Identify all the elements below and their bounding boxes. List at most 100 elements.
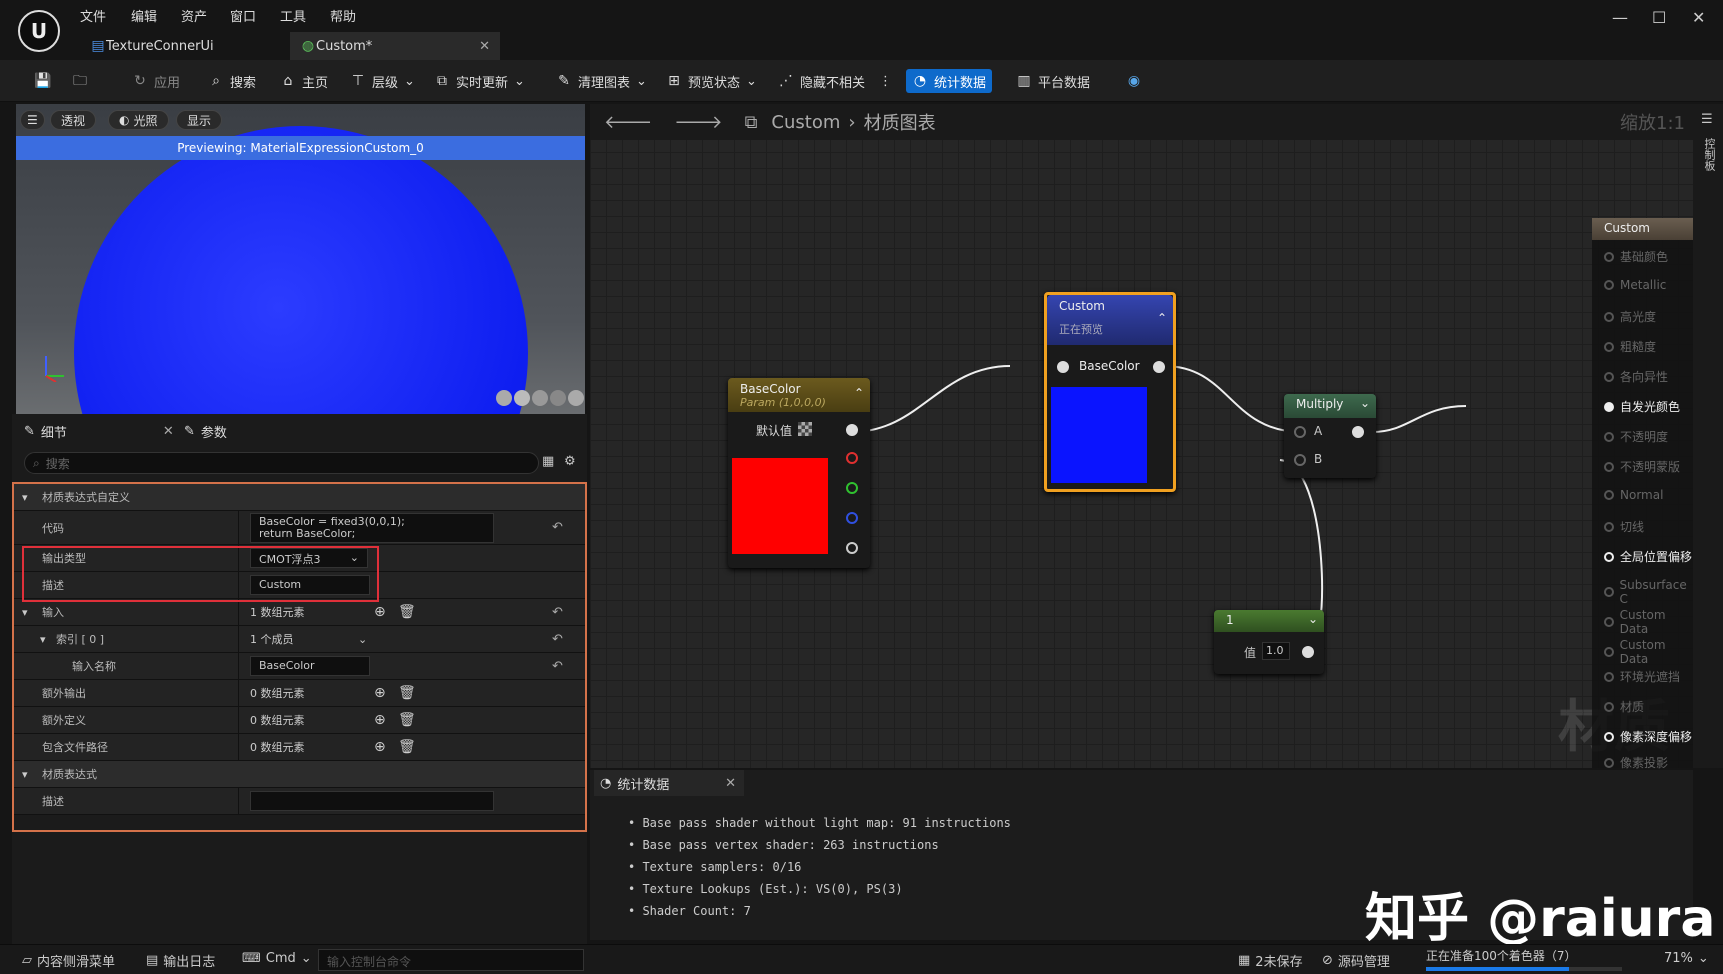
code-field[interactable]: BaseColor = fixed3(0,0,1); return BaseCol…: [250, 513, 494, 543]
preview-state-button[interactable]: ⊞ 预览状态 ⌄: [660, 69, 763, 93]
tab-stats[interactable]: ◔ 统计数据 ✕: [594, 770, 744, 796]
result-pin[interactable]: Subsurface C: [1604, 578, 1693, 606]
menu-asset[interactable]: 资产: [181, 6, 207, 25]
output-pin[interactable]: [1302, 646, 1314, 658]
chevron-down-icon[interactable]: ⌄: [358, 633, 367, 646]
checker-icon[interactable]: [798, 422, 813, 436]
result-pin[interactable]: 不透明蒙版: [1604, 458, 1680, 475]
tab-textureconnerui[interactable]: ▤ TextureConnerUi: [80, 32, 280, 60]
platform-stats-button[interactable]: ▥ 平台数据: [1010, 69, 1096, 93]
save-button[interactable]: 💾: [28, 69, 56, 93]
output-pin-b[interactable]: [846, 512, 858, 524]
output-pin[interactable]: [1352, 426, 1364, 438]
cylinder-icon[interactable]: [496, 390, 512, 406]
menu-window[interactable]: 窗口: [230, 6, 256, 25]
gear-icon[interactable]: ⚙: [564, 454, 576, 469]
show-button[interactable]: 显示: [176, 110, 223, 130]
output-log-button[interactable]: ▤ 输出日志: [146, 951, 215, 970]
category-expression[interactable]: ▾ 材质表达式: [14, 761, 585, 788]
clean-graph-button[interactable]: ✎ 清理图表 ⌄: [550, 69, 653, 93]
inputs-row[interactable]: ▾ 输入 1 数组元素 ⊕ 🗑 ↶: [14, 599, 585, 626]
result-pin-depth-offset[interactable]: 像素深度偏移: [1604, 728, 1692, 745]
more-options-icon[interactable]: ⋮: [879, 74, 892, 89]
input-pin-b[interactable]: [1294, 454, 1306, 466]
lit-button[interactable]: ◐ 光照: [108, 110, 169, 130]
trash-icon[interactable]: 🗑: [398, 712, 416, 728]
preview-mesh-buttons[interactable]: [496, 390, 584, 406]
plane-icon[interactable]: [532, 390, 548, 406]
result-pin[interactable]: 像素投影: [1604, 754, 1668, 771]
hierarchy-button[interactable]: ⊤ 层级 ⌄: [344, 69, 421, 93]
tab-params[interactable]: ✎ 参数: [184, 418, 227, 444]
result-pin[interactable]: 不透明度: [1604, 428, 1668, 445]
close-tab-icon[interactable]: ✕: [163, 424, 174, 439]
custom-expression-node[interactable]: Custom 正在预览 ⌃ BaseColor: [1044, 292, 1176, 492]
collapse-icon[interactable]: ⌃: [1157, 311, 1167, 325]
apply-button[interactable]: ↻ 应用: [126, 69, 186, 93]
tab-details[interactable]: ✎ 细节 ✕: [24, 418, 174, 444]
reset-icon[interactable]: ↶: [552, 605, 563, 620]
multiply-node[interactable]: Multiply ⌄ A B: [1284, 394, 1376, 478]
menu-help[interactable]: 帮助: [330, 6, 356, 25]
result-pin[interactable]: Custom Data: [1604, 638, 1693, 666]
close-tab-icon[interactable]: ✕: [479, 39, 490, 54]
add-element-icon[interactable]: ⊕: [374, 604, 386, 620]
live-update-button[interactable]: ⧉ 实时更新 ⌄: [428, 69, 531, 93]
globe-button[interactable]: ◉: [1120, 69, 1148, 93]
result-pin[interactable]: 切线: [1604, 518, 1644, 535]
output-pin-rgb[interactable]: [846, 424, 858, 436]
reset-icon[interactable]: ↶: [552, 659, 563, 674]
result-pin[interactable]: Metallic: [1604, 278, 1666, 292]
source-control-button[interactable]: ⊘ 源码管理: [1322, 951, 1390, 970]
hide-unrelated-button[interactable]: ⋰ 隐藏不相关 ⋮: [772, 69, 898, 93]
result-pin[interactable]: 基础颜色: [1604, 248, 1668, 265]
value-input[interactable]: 1.0: [1262, 642, 1290, 660]
input-pin-a[interactable]: [1294, 426, 1306, 438]
result-pin-emissive[interactable]: 自发光颜色: [1604, 398, 1680, 415]
chevron-down-icon[interactable]: ⌄: [1360, 396, 1370, 410]
result-pin-world-offset[interactable]: 全局位置偏移: [1604, 548, 1692, 565]
chevron-down-icon[interactable]: ⌄: [1308, 612, 1318, 626]
constant-node[interactable]: 1 ⌄ 值 1.0: [1214, 610, 1324, 674]
menu-edit[interactable]: 编辑: [131, 6, 157, 25]
description-input-2[interactable]: [250, 791, 494, 811]
cmd-select[interactable]: ⌨ Cmd ⌄: [242, 951, 312, 966]
result-pin[interactable]: Custom Data: [1604, 608, 1693, 636]
browse-button[interactable]: 🗀: [66, 69, 94, 93]
result-pin[interactable]: 各向异性: [1604, 368, 1668, 385]
palette-tab[interactable]: 控制板: [1701, 138, 1717, 171]
reset-icon[interactable]: ↶: [552, 520, 563, 535]
material-result-node[interactable]: Custom 基础颜色 Metallic 高光度 粗糙度 各向异性 自发光颜色 …: [1592, 218, 1693, 771]
teapot-icon[interactable]: [568, 390, 584, 406]
basecolor-param-node[interactable]: BaseColor Param (1,0,0,0) ⌃ 默认值: [728, 378, 870, 568]
result-pin[interactable]: 材质: [1604, 698, 1644, 715]
viewport-menu-button[interactable]: ☰: [20, 110, 45, 130]
input-name-field[interactable]: BaseColor: [250, 656, 370, 676]
material-graph[interactable]: 🡐 🡒 ⧉ Custom › 材质图表 缩放1:1 BaseColor Para…: [590, 104, 1693, 768]
percent-select[interactable]: 71% ⌄: [1664, 951, 1709, 966]
result-pin[interactable]: 环境光遮挡: [1604, 668, 1680, 685]
add-element-icon[interactable]: ⊕: [374, 712, 386, 728]
output-pin[interactable]: [1153, 361, 1165, 373]
menu-file[interactable]: 文件: [80, 6, 106, 25]
trash-icon[interactable]: 🗑: [398, 739, 416, 755]
add-element-icon[interactable]: ⊕: [374, 739, 386, 755]
palette-list-icon[interactable]: ☰: [1701, 112, 1713, 127]
output-pin-r[interactable]: [846, 452, 858, 464]
tab-custom[interactable]: ◍ Custom* ✕: [290, 32, 500, 60]
close-window-icon[interactable]: ✕: [1692, 8, 1705, 27]
stats-button[interactable]: ◔ 统计数据: [906, 69, 993, 93]
add-element-icon[interactable]: ⊕: [374, 685, 386, 701]
table-view-icon[interactable]: ▦: [542, 454, 554, 469]
menu-tools[interactable]: 工具: [280, 6, 306, 25]
output-pin-a[interactable]: [846, 542, 858, 554]
details-search-input[interactable]: ⌕ 搜索: [24, 452, 539, 474]
index-row[interactable]: ▾ 索引 [ 0 ] 1 个成员 ⌄ ↶: [14, 626, 585, 653]
unsaved-button[interactable]: ▦ 2未保存: [1238, 951, 1303, 970]
search-button[interactable]: ⌕ 搜索: [202, 69, 262, 93]
minimize-icon[interactable]: —: [1612, 8, 1628, 27]
trash-icon[interactable]: 🗑: [398, 604, 416, 620]
result-pin[interactable]: 高光度: [1604, 308, 1656, 325]
content-drawer-button[interactable]: ▱ 内容侧滑菜单: [22, 951, 115, 970]
close-tab-icon[interactable]: ✕: [725, 776, 736, 791]
